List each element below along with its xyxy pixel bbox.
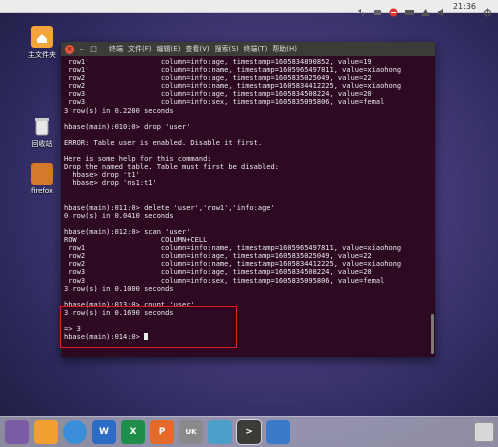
powerpoint-icon[interactable]: P (150, 420, 174, 444)
uk-icon[interactable]: UK (179, 420, 203, 444)
terminal-line: ERROR: Table user is enabled. Disable it… (64, 138, 263, 147)
terminal-line: hbase(main):010:0> drop 'user' (64, 122, 191, 131)
menu-help[interactable]: 帮助(H) (272, 44, 297, 54)
terminal-line: hbase(main):011:0> delete 'user','row1',… (64, 203, 275, 212)
stop-icon[interactable] (389, 2, 398, 16)
excel-icon[interactable]: X (121, 420, 145, 444)
desktop-icon-firefox[interactable]: firefox (22, 163, 62, 195)
terminal-line: Here is some help for this command: (64, 155, 212, 164)
highlight-annotation-box (60, 306, 237, 348)
terminal-line: row2 column=info:age, timestamp=16058350… (64, 252, 372, 261)
desktop-icon-home[interactable]: 主文件夹 (22, 26, 62, 60)
terminal-line: row3 column=info:sex, timestamp=16058350… (64, 276, 385, 285)
browser-icon[interactable] (63, 420, 87, 444)
menu-edit[interactable]: 编辑(E) (157, 44, 181, 54)
terminal-line: 3 row(s) in 0.2200 seconds (64, 106, 174, 115)
terminal-line: hbase> drop 'ns1:t1' (64, 179, 157, 188)
arrows-icon[interactable] (357, 2, 366, 16)
menu-terminal[interactable]: 终端(T) (244, 44, 268, 54)
terminal-line: row2 column=info:age, timestamp=16058350… (64, 74, 372, 83)
terminal-line: 0 row(s) in 0.0410 seconds (64, 211, 174, 220)
top-panel: 21:36 (0, 0, 498, 17)
home-folder-icon (31, 26, 53, 48)
menu-file[interactable]: 文件(F) (128, 44, 152, 54)
terminal-line: Drop the named table. Table must first b… (64, 163, 279, 172)
desktop-icon-label: firefox (30, 187, 54, 195)
clock[interactable]: 21:36 (453, 2, 476, 11)
ubuntu-icon[interactable] (5, 420, 29, 444)
show-desktop-icon[interactable] (474, 422, 494, 442)
network-icon[interactable] (420, 2, 430, 16)
terminal-line: row1 column=info:age, timestamp=16058348… (64, 58, 372, 66)
word-icon[interactable]: W (92, 420, 116, 444)
terminal-line: hbase(main):012:0> scan 'user' (64, 227, 191, 236)
keyboard-icon[interactable] (404, 2, 414, 15)
terminal-line: ROW COLUMN+CELL (64, 236, 208, 245)
volume-icon[interactable] (437, 2, 446, 16)
dropbox-icon[interactable] (373, 2, 382, 15)
trash-icon (31, 115, 53, 137)
terminal-line: row3 column=info:age, timestamp=16058345… (64, 90, 372, 99)
desktop-icon-trash[interactable]: 回收站 (22, 115, 62, 149)
files-icon[interactable] (34, 420, 58, 444)
terminal-scrollbar[interactable] (428, 56, 435, 357)
terminal-line: 3 row(s) in 0.1000 seconds (64, 284, 174, 293)
screen-icon[interactable] (266, 420, 290, 444)
minimize-icon[interactable]: – (77, 45, 86, 54)
terminal-line: row3 column=info:age, timestamp=16058345… (64, 268, 372, 277)
firefox-icon (31, 163, 53, 185)
menu-terminal-app[interactable]: 终端 (109, 44, 123, 54)
maximize-icon[interactable]: □ (89, 45, 98, 54)
dock: W X P UK > (0, 416, 498, 447)
terminal-line: row1 column=info:name, timestamp=1605965… (64, 66, 402, 75)
terminal-menubar: 终端 文件(F) 编辑(E) 查看(V) 搜索(S) 终端(T) 帮助(H) (109, 44, 297, 54)
scrollbar-thumb[interactable] (431, 314, 434, 354)
desktop-icon-label: 回收站 (31, 140, 53, 148)
terminal-line: row2 column=info:name, timestamp=1605834… (64, 260, 402, 269)
menu-view[interactable]: 查看(V) (185, 44, 209, 54)
power-icon[interactable] (483, 2, 492, 17)
terminal-line: row1 column=info:name, timestamp=1605965… (64, 244, 402, 253)
mail-icon[interactable] (208, 420, 232, 444)
terminal-line: row2 column=info:name, timestamp=1605834… (64, 82, 402, 91)
menu-search[interactable]: 搜索(S) (215, 44, 239, 54)
terminal-icon[interactable]: > (236, 419, 262, 445)
terminal-line: hbase> drop 't1' (64, 171, 140, 180)
desktop-icon-label: 主文件夹 (28, 51, 56, 59)
terminal-titlebar[interactable]: × – □ 终端 文件(F) 编辑(E) 查看(V) 搜索(S) 终端(T) 帮… (61, 42, 435, 56)
close-icon[interactable]: × (65, 44, 74, 54)
terminal-line: row3 column=info:sex, timestamp=16058350… (64, 98, 385, 107)
